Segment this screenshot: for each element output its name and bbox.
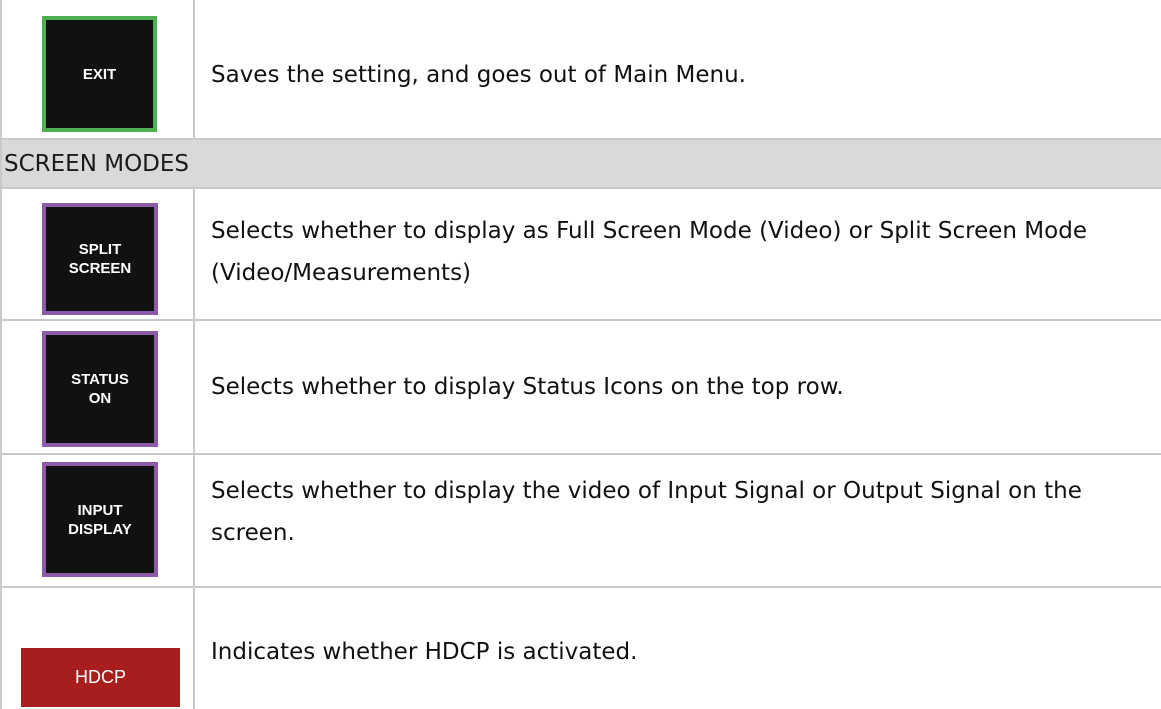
row-divider [0, 319, 1161, 321]
split-screen-button[interactable]: SPLIT SCREEN [42, 203, 158, 315]
status-on-button[interactable]: STATUS ON [42, 331, 158, 447]
status-on-description: Selects whether to display Status Icons … [211, 374, 844, 400]
section-title: SCREEN MODES [4, 150, 190, 177]
exit-button[interactable]: EXIT [42, 16, 157, 132]
column-divider [193, 187, 195, 709]
input-display-description: Selects whether to display the video of … [211, 478, 1082, 546]
split-screen-description: Selects whether to display as Full Scree… [211, 218, 1087, 286]
input-display-button[interactable]: INPUT DISPLAY [42, 462, 158, 577]
row-divider [0, 187, 1161, 189]
row-divider [0, 453, 1161, 455]
table-border-left [0, 0, 2, 709]
column-divider [193, 0, 195, 140]
hdcp-description: Indicates whether HDCP is activated. [211, 639, 638, 665]
row-divider [0, 586, 1161, 588]
settings-table: EXIT Saves the setting, and goes out of … [0, 0, 1161, 709]
hdcp-indicator: HDCP [21, 648, 180, 707]
section-header: SCREEN MODES [2, 140, 1161, 187]
exit-description: Saves the setting, and goes out of Main … [211, 62, 746, 88]
